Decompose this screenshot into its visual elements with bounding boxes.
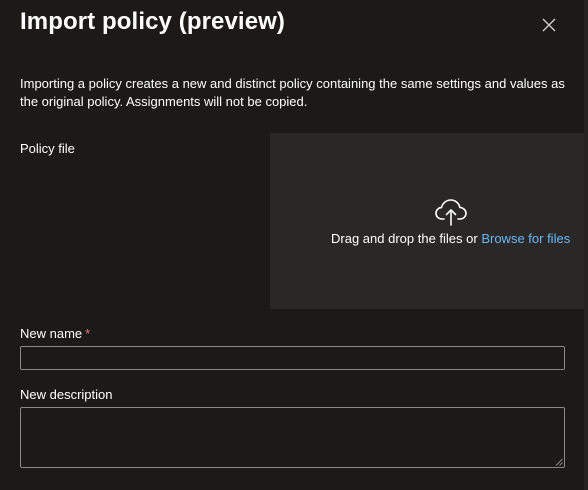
required-marker: * — [85, 326, 91, 341]
policy-file-label: Policy file — [20, 141, 75, 156]
close-icon — [542, 18, 556, 32]
cloud-upload-icon — [435, 199, 467, 226]
drop-instruction: Drag and drop the files or — [331, 231, 478, 246]
new-description-textarea[interactable] — [20, 407, 565, 468]
new-name-label-text: New name — [20, 326, 83, 341]
file-dropzone[interactable]: Drag and drop the files or Browse for fi… — [270, 133, 584, 309]
close-button[interactable] — [536, 12, 562, 38]
dropzone-text: Drag and drop the files or Browse for fi… — [331, 231, 570, 246]
new-name-input[interactable] — [20, 346, 565, 370]
resize-grip-icon[interactable] — [555, 458, 563, 466]
browse-files-link[interactable]: Browse for files — [481, 231, 570, 246]
dialog-title: Import policy (preview) — [20, 8, 286, 35]
dialog-description: Importing a policy creates a new and dis… — [20, 76, 565, 109]
new-description-label: New description — [20, 387, 113, 402]
new-name-label: New name * — [20, 326, 90, 341]
import-policy-dialog: Import policy (preview) Importing a poli… — [0, 0, 588, 490]
